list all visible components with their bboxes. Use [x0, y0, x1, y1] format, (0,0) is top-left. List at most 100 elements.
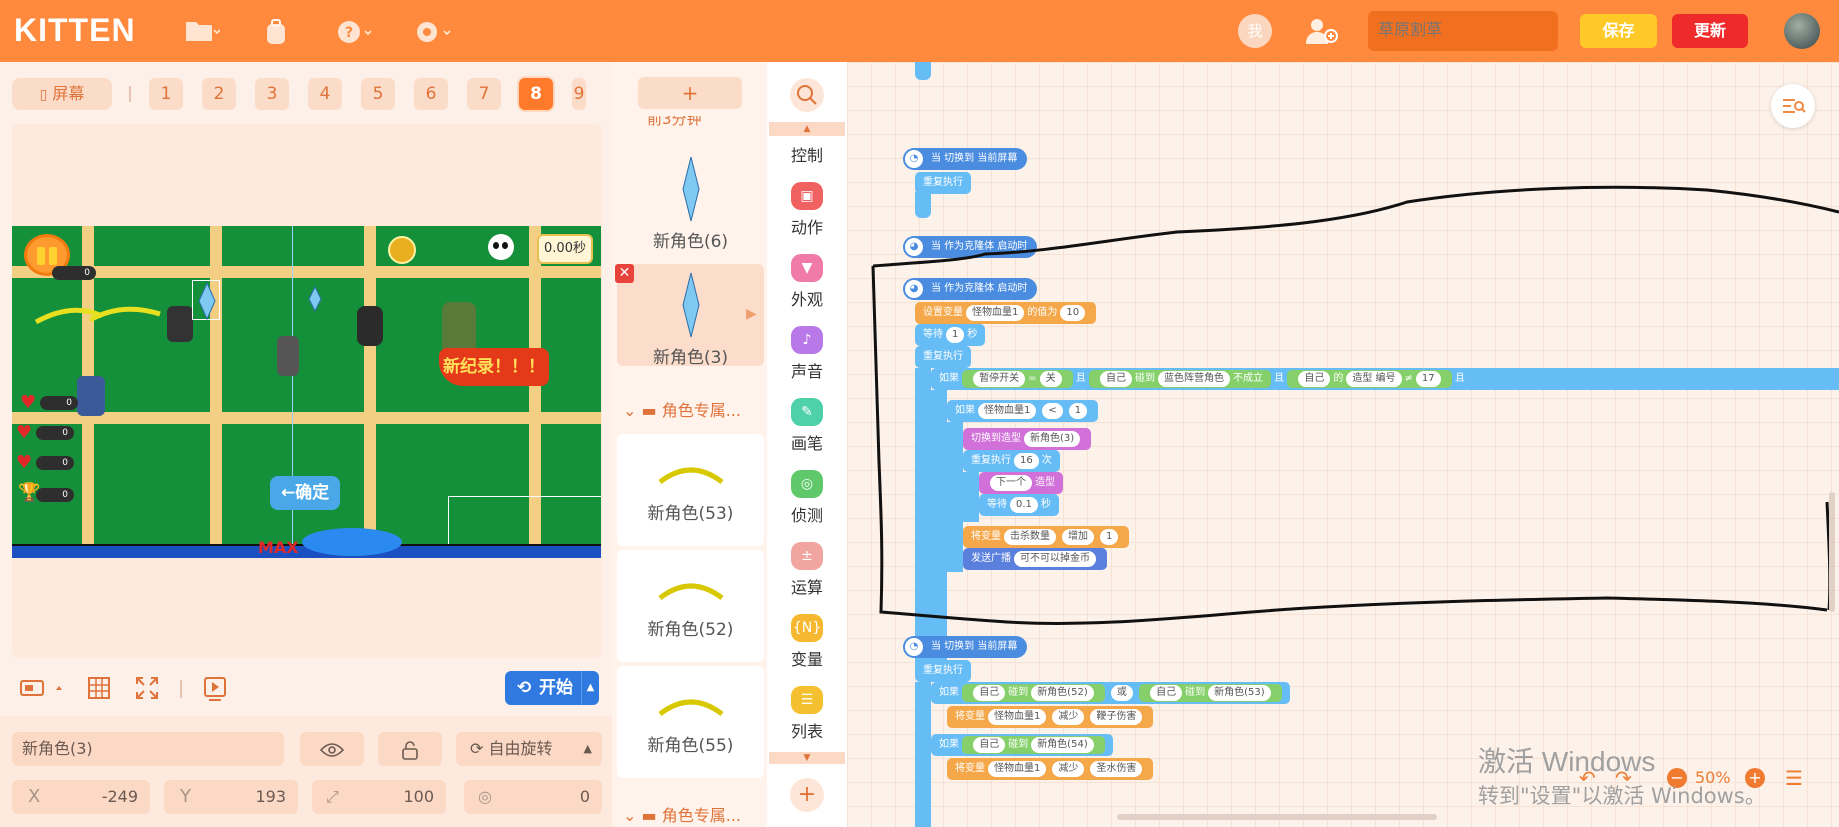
- category-lists[interactable]: ☰ 列表: [767, 686, 847, 742]
- sprite-card[interactable]: 新角色(52): [617, 550, 764, 662]
- sprite-card[interactable]: 新角色(6): [617, 130, 764, 256]
- rotation-mode-select[interactable]: ⟳ 自由旋转 ▲: [456, 732, 602, 766]
- scene-tab-8[interactable]: 8: [519, 78, 553, 110]
- direction-field[interactable]: ◎ 0: [464, 780, 602, 814]
- category-sensing[interactable]: ◎ 侦测: [767, 470, 847, 526]
- if-block[interactable]: 如果 自己 碰到 新角色(54): [931, 734, 1113, 756]
- user-avatar[interactable]: [1784, 13, 1820, 49]
- lock-icon[interactable]: [378, 732, 442, 766]
- start-icon: ⟲: [517, 678, 532, 698]
- category-pen[interactable]: ✎ 画笔: [767, 398, 847, 454]
- grid-icon[interactable]: [87, 676, 111, 704]
- my-avatar[interactable]: 我: [1238, 14, 1272, 48]
- visibility-eye-icon[interactable]: [300, 732, 364, 766]
- confirm-button[interactable]: ←确定: [270, 476, 340, 510]
- game-stage[interactable]: 0 0.00秒 新纪录！！！ ♥ 0 ♥ 0 ♥ 0 🏆 0 ←确定 MAX: [12, 226, 601, 558]
- align-blocks-icon[interactable]: ☰: [1785, 766, 1803, 790]
- category-variables[interactable]: {N} 变量: [767, 614, 847, 670]
- shirt-icon: ▼: [791, 254, 823, 282]
- sprite-name-field[interactable]: 新角色(3): [12, 732, 284, 766]
- crystal-sprite: [308, 286, 322, 312]
- sprite-group-header[interactable]: ⌄ ▬ 角色专属...: [617, 396, 764, 426]
- sprite-card[interactable]: 新角色(53): [617, 434, 764, 546]
- play-recording-icon[interactable]: [203, 676, 227, 706]
- code-search-list-icon[interactable]: [1771, 84, 1815, 128]
- hp-heart-icon: ♥: [20, 392, 37, 413]
- new-record-banner: 新纪录！！！: [439, 348, 549, 386]
- yellow-arc-sprites: [34, 306, 161, 325]
- arc-thumbnail: [657, 699, 724, 717]
- selected-sprite-box[interactable]: [192, 280, 220, 321]
- svg-text:?: ?: [345, 25, 353, 41]
- scene-tab-5[interactable]: 5: [361, 78, 395, 110]
- folder-icon: ▬: [641, 401, 657, 420]
- add-extension-icon[interactable]: +: [790, 778, 824, 812]
- delete-sprite-close-icon[interactable]: ✕: [615, 264, 634, 283]
- hud-counter-hp: 0: [40, 396, 78, 410]
- category-motion[interactable]: ▣ 动作: [767, 182, 847, 238]
- variable-icon: {N}: [791, 614, 823, 642]
- help-icon[interactable]: ?: [334, 18, 374, 46]
- add-sprite-button[interactable]: +: [638, 77, 742, 109]
- arc-thumbnail: [657, 583, 724, 601]
- sprite-card-selected[interactable]: 新角色(3): [617, 264, 764, 368]
- enemy-sprite[interactable]: [357, 306, 383, 346]
- scene-tab-3[interactable]: 3: [255, 78, 289, 110]
- max-label: MAX: [258, 538, 299, 557]
- scene-tab-9[interactable]: 9: [572, 78, 586, 110]
- add-collaborator-icon[interactable]: [1305, 16, 1339, 50]
- change-variable-block[interactable]: 将变量 怪物血量1 减少 鞭子伤害: [947, 706, 1154, 728]
- chevron-down-icon: ⌄: [623, 401, 637, 420]
- y-field[interactable]: Y 193: [164, 780, 298, 814]
- sensing-icon: ◎: [791, 470, 823, 498]
- folder-icon[interactable]: [182, 18, 222, 46]
- fullscreen-icon[interactable]: [135, 676, 159, 704]
- chevron-right-icon[interactable]: ▶: [746, 306, 757, 322]
- vertical-scrollbar[interactable]: [1829, 492, 1835, 612]
- start-button[interactable]: ⟲ 开始 ▲: [505, 671, 599, 705]
- sprite-group-header[interactable]: 前3分钟: [617, 116, 764, 128]
- resize-icon: ⤢: [326, 787, 339, 806]
- category-operators[interactable]: ± 运算: [767, 542, 847, 598]
- enemy-sprite[interactable]: [167, 306, 193, 342]
- scene-tab-6[interactable]: 6: [414, 78, 448, 110]
- windows-activation-title: 激活 Windows: [1478, 746, 1656, 777]
- x-field[interactable]: X -249: [12, 780, 150, 814]
- search-blocks-icon[interactable]: [790, 78, 824, 112]
- sprite-card[interactable]: 新角色(55): [617, 666, 764, 778]
- scene-tab-4[interactable]: 4: [308, 78, 342, 110]
- event-hat-block[interactable]: ◔ 当 切换到 当前屏幕: [903, 636, 1028, 658]
- update-button[interactable]: 更新: [1672, 14, 1748, 48]
- enemy-sprite[interactable]: [277, 336, 299, 376]
- save-button[interactable]: 保存: [1580, 14, 1657, 48]
- hud-counter-time: 0: [52, 266, 96, 280]
- divider: [180, 680, 182, 698]
- scene-tab-7[interactable]: 7: [467, 78, 501, 110]
- forever-block[interactable]: 重复执行: [915, 660, 971, 682]
- settings-gear-icon[interactable]: [412, 18, 452, 46]
- if-block[interactable]: 如果 自己 碰到 新角色(52) 或 自己 碰到 新角色(53): [931, 682, 1290, 704]
- timer-display: 0.00秒: [537, 234, 593, 264]
- hero-sprite[interactable]: [77, 376, 105, 416]
- pen-icon: ✎: [791, 398, 823, 426]
- category-looks[interactable]: ▼ 外观: [767, 254, 847, 310]
- sprite-group-header[interactable]: ⌄ ▬ 角色专属...: [617, 804, 764, 827]
- stage-size-icon[interactable]: [20, 678, 64, 702]
- scene-tab-2[interactable]: 2: [202, 78, 236, 110]
- backpack-icon[interactable]: [256, 18, 296, 46]
- chevron-up-icon: ▲: [583, 742, 592, 755]
- start-dropdown-arrow[interactable]: ▲: [581, 671, 599, 705]
- category-control[interactable]: 控制: [767, 142, 847, 166]
- scene-tab-1[interactable]: 1: [149, 78, 183, 110]
- scroll-down-arrow[interactable]: ▼: [769, 752, 845, 764]
- scroll-up-arrow[interactable]: ▲: [769, 122, 845, 136]
- code-workspace[interactable]: ◔ 当 切换到 当前屏幕 重复执行 ◕ 当 作为克隆体 启动时 ◕ 当 作为克隆体 启…: [847, 62, 1839, 827]
- boss-sprite[interactable]: [442, 302, 476, 354]
- size-field[interactable]: ⤢ 100: [312, 780, 446, 814]
- category-sound[interactable]: ♪ 声音: [767, 326, 847, 382]
- change-variable-block[interactable]: 将变量 怪物血量1 减少 圣水伤害: [947, 758, 1154, 780]
- project-name-input[interactable]: [1368, 11, 1558, 51]
- heart-icon: ♥: [16, 452, 33, 473]
- horizontal-scrollbar[interactable]: [1117, 814, 1437, 820]
- screen-toggle-button[interactable]: ▯ 屏幕: [12, 78, 112, 110]
